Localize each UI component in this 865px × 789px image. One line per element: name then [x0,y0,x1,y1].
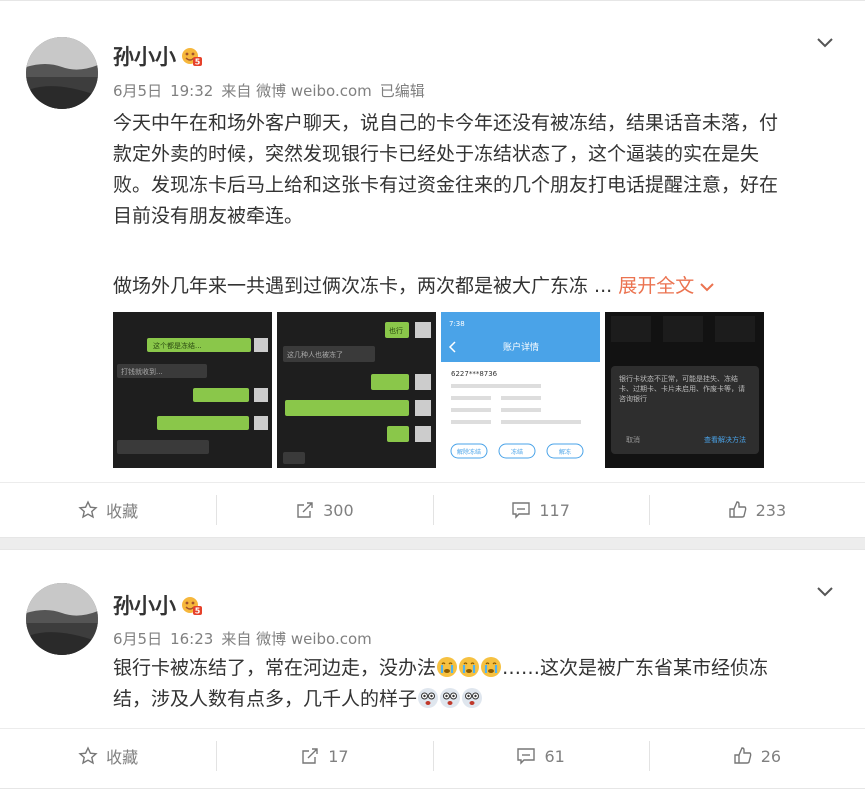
chevron-down-icon[interactable] [700,282,714,292]
text-tail: 做场外几年来一共遇到过俩次冻卡，两次都是被大广东冻 ... [113,275,613,297]
button-text: 冻结 [511,448,523,456]
text-line: 目前没有朋友被牵连。 [113,205,304,227]
comment-icon [512,502,531,519]
favorite-label[interactable]: 收藏 [106,498,138,522]
share-icon [302,748,318,764]
repost-count[interactable]: 17 [328,747,348,766]
repost-count[interactable]: 300 [323,501,354,520]
share-icon [297,502,313,518]
text-line: 今天中午在和场外客户聊天，说自己的卡今年还没有被冻结，结果话音未落，付 [113,112,779,134]
vip-badge-icon: 5 [182,48,202,67]
comment-button[interactable]: 61 [432,729,649,783]
edited-label: 已编辑 [379,82,425,100]
text-segment: ……这次是被广东省某市经侦冻 [502,657,769,679]
post-image[interactable]: 这个都是冻结... 打钱就收到... [113,312,272,468]
username-text[interactable]: 孙小小 [113,41,176,71]
action-bar: 收藏 17 61 26 [0,728,865,783]
screen-title: 账户详情 [503,341,539,353]
button-text: 解冻 [559,448,571,456]
vip-badge-icon: 5 [182,597,202,616]
crying-face-icon [437,657,458,677]
username[interactable]: 孙小小 5 [113,41,202,71]
like-button[interactable]: 26 [648,729,865,783]
text-line: 败。发现冻卡后马上给和这张卡有过资金往来的几个朋友打电话提醒注意，好在 [113,174,779,196]
comment-count[interactable]: 117 [539,501,570,520]
star-icon [78,500,98,519]
text-line: 银行卡被冻结了，常在河边走，没办法 ……这次是被广东省某市经侦冻 [113,653,768,684]
username-text[interactable]: 孙小小 [113,590,176,620]
post-card: 孙小小 5 6月5日 19:32 来自 微博 weibo.com 已编辑 今天中午在和… [0,0,865,538]
post-date[interactable]: 6月5日 [113,630,162,648]
username[interactable]: 孙小小 5 [113,590,202,620]
thumbs-up-icon [733,747,752,764]
comment-button[interactable]: 117 [432,483,649,537]
post-image[interactable]: 7:38 账户详情 6227***8736 解除冻结 冻结 解冻 [441,312,600,468]
like-count[interactable]: 233 [756,501,787,520]
dialog-button-text: 取消 [626,435,640,444]
post-time[interactable]: 19:32 [170,82,213,100]
like-count[interactable]: 26 [761,747,781,766]
expand-label[interactable]: 展开全文 [618,275,694,297]
status-time: 7:38 [449,320,465,328]
text-line: 款定外卖的时候，突然发现银行卡已经处于冻结状态了，这个逼装的实在是失 [113,143,760,165]
expand-button[interactable]: 展开全文 [618,275,714,297]
svg-text:5: 5 [195,607,201,616]
post-card: 孙小小 5 6月5日 16:23 来自 微博 weibo.com 银行卡被冻结了，常… [0,549,865,789]
favorite-button[interactable]: 收藏 [0,483,216,537]
post-text-tail: 做场外几年来一共遇到过俩次冻卡，两次都是被大广东冻 ... 展开全文 [113,271,714,302]
chat-bubble-text: 这几种人也被冻了 [287,350,343,359]
crying-face-icon [459,657,480,677]
post-text: 今天中午在和场外客户聊天，说自己的卡今年还没有被冻结，结果话音未落，付 款定外卖… [113,108,778,232]
repost-button[interactable]: 300 [216,483,432,537]
crying-face-icon [481,657,502,677]
chat-bubble-text: 也行 [389,326,403,335]
like-button[interactable]: 233 [648,483,865,537]
svg-text:5: 5 [195,58,201,67]
shocked-face-icon [462,688,483,708]
comment-icon [517,748,536,765]
post-source: 来自 微博 weibo.com [221,630,372,648]
post-image[interactable]: 也行 这几种人也被冻了 [277,312,436,468]
button-text: 解除冻结 [457,448,481,456]
dialog-button-text: 查看解决方法 [704,435,746,444]
chat-bubble-text: 打钱就收到... [121,367,163,376]
chevron-down-icon[interactable] [815,582,835,602]
post-date[interactable]: 6月5日 [113,82,162,100]
chevron-down-icon[interactable] [815,33,835,53]
action-bar: 收藏 300 117 233 [0,482,865,537]
text-segment: 结，涉及人数有点多，几千人的样子 [113,688,418,710]
favorite-label[interactable]: 收藏 [106,744,138,768]
post-time[interactable]: 16:23 [170,630,213,648]
image-grid: 这个都是冻结... 打钱就收到... 也行 这几种人也被冻了 7:38 账户详情… [113,312,764,468]
shocked-face-icon [418,688,439,708]
text-segment: 银行卡被冻结了，常在河边走，没办法 [113,657,437,679]
repost-button[interactable]: 17 [216,729,432,783]
shocked-face-icon [440,688,461,708]
dialog-text: 银行卡状态不正常，可能是挂失、冻结卡、过期卡、卡片未启用、作废卡等，请咨询银行 [619,375,745,403]
favorite-button[interactable]: 收藏 [0,729,216,783]
post-source: 来自 微博 weibo.com [221,82,372,100]
star-icon [78,746,98,765]
chat-bubble-text: 这个都是冻结... [153,341,202,350]
post-image[interactable]: 银行卡状态不正常，可能是挂失、冻结卡、过期卡、卡片未启用、作废卡等，请咨询银行 … [605,312,764,468]
post-meta: 6月5日 16:23 来自 微博 weibo.com [113,628,380,649]
comment-count[interactable]: 61 [544,747,564,766]
post-meta: 6月5日 19:32 来自 微博 weibo.com 已编辑 [113,80,433,101]
text-line: 结，涉及人数有点多，几千人的样子 [113,684,768,715]
avatar[interactable] [26,583,98,655]
card-number: 6227***8736 [451,370,498,378]
avatar[interactable] [26,37,98,109]
thumbs-up-icon [728,501,746,518]
post-text: 银行卡被冻结了，常在河边走，没办法 ……这次是被广东省某市经侦冻 结，涉及人数有点… [113,653,768,715]
